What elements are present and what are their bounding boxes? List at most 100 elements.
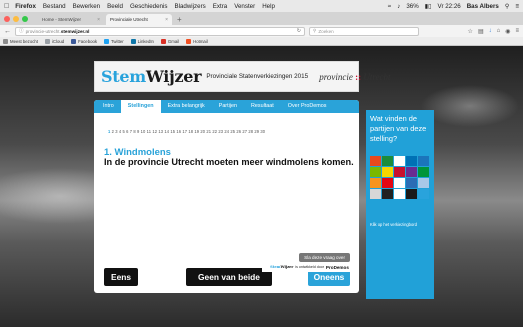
close-tab-icon[interactable]: ×: [165, 17, 168, 23]
party-poster-tile: [406, 178, 417, 188]
battery-percentage: 36%: [406, 2, 419, 10]
tab-intro[interactable]: Intro: [96, 100, 121, 113]
reading-list-icon[interactable]: ▤: [478, 28, 484, 35]
tab-partijen[interactable]: Partijen: [212, 100, 244, 113]
stemwijzer-nav: Intro Stellingen Extra belangrijk Partij…: [94, 100, 359, 113]
url-domain: stemwijzer.nl: [60, 28, 90, 34]
party-poster-tile: [382, 178, 393, 188]
party-poster-tile: [370, 189, 381, 199]
close-window-icon[interactable]: [4, 15, 10, 22]
party-poster-tile: [382, 167, 393, 177]
new-tab-icon[interactable]: +: [177, 14, 182, 25]
tab-over-prodemos[interactable]: Over ProDemos: [281, 100, 334, 113]
spotlight-search-icon[interactable]: ⚲: [505, 3, 510, 10]
gmail-icon: [160, 38, 166, 44]
minimize-window-icon[interactable]: [13, 15, 19, 22]
url-bar[interactable]: ⓘ provincie-utrecht. stemwijzer.nl ↻: [15, 26, 305, 36]
battery-icon[interactable]: ▮▯: [425, 3, 432, 10]
bookmark-label: iCloud: [51, 38, 65, 44]
home-icon[interactable]: ⌂: [497, 28, 501, 35]
close-tab-icon[interactable]: ×: [97, 17, 100, 23]
extension-icon[interactable]: ◉: [505, 28, 510, 35]
apple-menu-icon[interactable]: : [4, 3, 9, 10]
election-title: Provinciale Statenverkiezingen 2015: [206, 73, 309, 80]
party-poster-tile: [418, 156, 429, 166]
credit-logo-stem: Stem: [270, 265, 281, 269]
party-poster-tile: [418, 178, 429, 188]
menu-item-beeld[interactable]: Beeld: [107, 3, 123, 10]
agree-button[interactable]: Eens: [104, 268, 138, 286]
tab-extra-belangrijk[interactable]: Extra belangrijk: [161, 100, 212, 113]
election-board-image[interactable]: [370, 156, 430, 199]
menu-item-geschiedenis[interactable]: Geschiedenis: [130, 3, 168, 10]
party-poster-tile: [370, 156, 381, 166]
menu-icon[interactable]: ≡: [515, 28, 519, 35]
party-poster-tile: [370, 167, 381, 177]
election-board-link[interactable]: Klik op het verkiezingbord: [370, 222, 417, 227]
question-pagination: 1 2 3 4 5 6 7 8 9 10 11 12 13 14 15 16 1…: [108, 129, 265, 134]
party-opinions-panel[interactable]: Wat vinden de partijen van deze stelling…: [366, 110, 434, 299]
party-poster-tile: [406, 156, 417, 166]
bookmark-gmail[interactable]: Gmail: [160, 38, 179, 44]
browser-nav-bar: ← ⓘ provincie-utrecht. stemwijzer.nl ↻ ⚲ …: [0, 25, 523, 37]
site-info-icon[interactable]: ⓘ: [19, 28, 24, 34]
browser-tab-provincie[interactable]: Provinciale Utrecht ×: [106, 14, 172, 25]
menu-item-bestand[interactable]: Bestand: [43, 3, 66, 10]
bookmark-label: Twitter: [111, 38, 124, 44]
menu-item-bewerken[interactable]: Bewerken: [73, 3, 101, 10]
page-number[interactable]: 30: [260, 129, 265, 134]
bookmark-label: Meest bezocht: [10, 38, 38, 44]
user-name[interactable]: Bas Albers: [467, 3, 499, 10]
menu-item-help[interactable]: Help: [262, 3, 275, 10]
skip-question-button[interactable]: Sla deze vraag over: [299, 253, 350, 262]
party-poster-tile: [370, 178, 381, 188]
tab-label: Provinciale Utrecht: [110, 17, 148, 22]
party-poster-tile: [394, 167, 405, 177]
bookmark-twitter[interactable]: Twitter: [104, 38, 124, 44]
search-bar[interactable]: ⚲ Zoeken: [309, 26, 419, 36]
credit-logo-wijzer: Wijzer: [280, 265, 294, 269]
bookmark-hotmail[interactable]: Hotmail: [186, 38, 208, 44]
stemwijzer-logo[interactable]: StemWijzer: [101, 67, 202, 86]
volume-icon[interactable]: ♪: [397, 3, 400, 10]
download-icon[interactable]: ↓: [489, 28, 492, 35]
party-poster-tile: [418, 189, 429, 199]
menu-item-extra[interactable]: Extra: [213, 3, 227, 10]
browser-tab-home[interactable]: Home - StemWijzer ×: [38, 14, 104, 25]
tab-resultaat[interactable]: Resultaat: [244, 100, 281, 113]
linkedin-icon: [130, 38, 136, 44]
reload-icon[interactable]: ↻: [297, 28, 301, 34]
clock[interactable]: Vr 22:26: [438, 3, 461, 10]
prodemos-credit-badge[interactable]: StemWijzer is ontwikkeld door ProDemos: [262, 262, 357, 272]
logo-stem: Stem: [101, 67, 146, 86]
party-poster-tile: [406, 189, 417, 199]
zoom-window-icon[interactable]: [22, 15, 28, 22]
menu-item-bladwijzers[interactable]: Bladwijzers: [174, 3, 205, 10]
bookmark-star-icon[interactable]: ☆: [468, 28, 473, 35]
neutral-button[interactable]: Geen van beide: [186, 268, 272, 286]
bookmark-icon: [3, 38, 8, 44]
site-header: StemWijzer Provinciale Statenverkiezinge…: [94, 61, 391, 92]
party-poster-tile: [382, 189, 393, 199]
menu-item-venster[interactable]: Venster: [234, 3, 255, 10]
province-name: Utrecht: [363, 71, 391, 82]
url-prefix: provincie-utrecht.: [25, 28, 61, 34]
bookmark-label: Hotmail: [193, 38, 208, 44]
bookmark-meest-bezocht[interactable]: Meest bezocht: [3, 38, 38, 44]
province-word: provincie: [319, 71, 353, 82]
browser-tab-strip: Home - StemWijzer × Provinciale Utrecht …: [0, 12, 523, 25]
tab-label: Home - StemWijzer: [42, 17, 82, 22]
bookmark-icloud[interactable]: iCloud: [44, 38, 65, 44]
question-text: In de provincie Utrecht moeten meer wind…: [104, 157, 354, 167]
bookmark-linkedin[interactable]: LinkedIn: [130, 38, 154, 44]
party-poster-tile: [418, 167, 429, 177]
prodemos-logo: ProDemos: [325, 264, 349, 270]
menu-item-firefox[interactable]: Firefox: [15, 3, 36, 10]
window-controls: [4, 12, 28, 25]
back-icon[interactable]: ←: [4, 28, 11, 35]
province-logo: provincie :: Utrecht: [319, 72, 390, 82]
wifi-icon[interactable]: ≈: [388, 3, 391, 10]
tab-stellingen[interactable]: Stellingen: [120, 100, 161, 113]
bookmark-facebook[interactable]: Facebook: [71, 38, 97, 44]
notification-center-icon[interactable]: ≡: [515, 3, 519, 10]
